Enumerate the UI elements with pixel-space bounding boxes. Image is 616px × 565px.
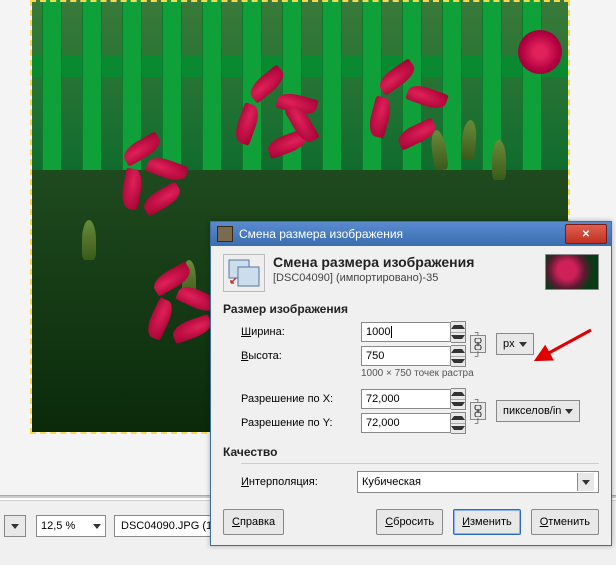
res-y-label: Разрешение по Y: (223, 417, 361, 429)
width-spinner[interactable] (451, 321, 466, 343)
chevron-up-icon (451, 392, 465, 396)
height-label: Высота: (223, 350, 361, 362)
chevron-down-icon (451, 335, 465, 339)
help-button[interactable]: Справка (223, 509, 284, 535)
close-icon: ✕ (582, 229, 590, 240)
cancel-button[interactable]: Отменить (531, 509, 599, 535)
chevron-down-icon (11, 524, 19, 529)
zoom-value: 12,5 % (41, 520, 75, 532)
image-thumbnail (545, 254, 599, 290)
pixel-dimensions-info: 1000 × 750 точек растра (361, 368, 599, 379)
width-input[interactable]: 1000 (361, 322, 451, 342)
close-button[interactable]: ✕ (565, 224, 607, 244)
dialog-title: Смена размера изображения (239, 227, 403, 241)
interpolation-label: Интерполяция: (223, 476, 351, 488)
scale-button[interactable]: Изменить (453, 509, 521, 535)
chevron-down-icon (451, 426, 465, 430)
chevron-down-icon (565, 409, 573, 414)
interpolation-combo[interactable]: Кубическая (357, 471, 599, 493)
chevron-down-icon (451, 359, 465, 363)
chevron-down-icon (519, 342, 527, 347)
res-y-input[interactable]: 72,000 (361, 413, 451, 433)
res-x-input[interactable]: 72,000 (361, 389, 451, 409)
chevron-down-icon (451, 402, 465, 406)
quality-group-label: Качество (223, 445, 599, 459)
res-unit-selector[interactable]: пикселов/in (496, 400, 580, 422)
statusbar-menu-button[interactable] (4, 515, 26, 537)
zoom-field[interactable]: 12,5 % (36, 515, 106, 537)
chain-icon (474, 338, 482, 350)
chevron-down-icon (582, 480, 590, 485)
res-x-spinner[interactable] (451, 388, 466, 410)
chevron-up-icon (451, 325, 465, 329)
app-icon (217, 226, 233, 242)
height-input[interactable]: 750 (361, 346, 451, 366)
chevron-up-icon (451, 349, 465, 353)
chevron-down-icon (93, 524, 101, 529)
dialog-titlebar[interactable]: Смена размера изображения ✕ (211, 222, 611, 246)
height-spinner[interactable] (451, 345, 466, 367)
res-x-label: Разрешение по X: (223, 393, 361, 405)
dialog-header-subtitle: [DSC04090] (импортировано)-35 (273, 272, 474, 284)
dialog-header-title: Смена размера изображения (273, 254, 474, 270)
size-unit-selector[interactable]: px (496, 333, 534, 355)
width-label: Ширина: (223, 326, 361, 338)
separator (241, 463, 599, 464)
scale-image-dialog: Смена размера изображения ✕ Смена размер… (210, 221, 612, 546)
reset-button[interactable]: Сбросить (376, 509, 443, 535)
scale-image-icon (223, 254, 265, 292)
size-group-label: Размер изображения (223, 302, 599, 316)
chain-icon (474, 405, 482, 417)
chevron-up-icon (451, 416, 465, 420)
res-y-spinner[interactable] (451, 412, 466, 434)
